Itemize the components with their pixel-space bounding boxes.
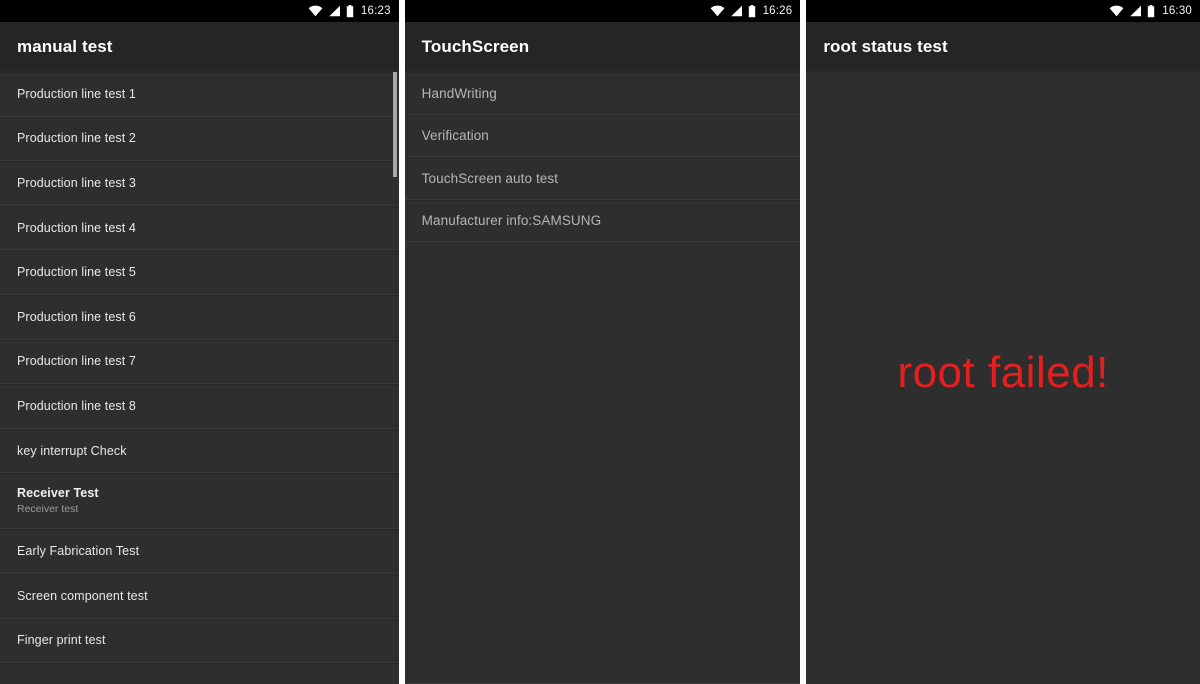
list-item-label: Production line test 8 xyxy=(17,398,136,413)
list-item[interactable]: Production line test 4 xyxy=(0,205,399,251)
phone-screen-touchscreen: 16:26 TouchScreen HandWriting Verificati… xyxy=(404,0,801,684)
wifi-icon xyxy=(710,5,725,17)
list-item-label: Production line test 3 xyxy=(17,175,136,190)
list-item[interactable]: HandWriting xyxy=(404,72,801,115)
list-item[interactable]: Production line test 6 xyxy=(0,294,399,340)
list-item-label: Production line test 5 xyxy=(17,265,136,280)
list-item-label: Production line test 6 xyxy=(17,309,136,324)
phone-screen-manual-test: 16:23 manual test Production line test 1… xyxy=(0,0,399,684)
page-title: root status test xyxy=(823,36,948,56)
root-failed-message: root failed! xyxy=(897,348,1109,397)
list-item-label: Screen component test xyxy=(17,588,148,603)
list-item-label: Receiver Test xyxy=(17,486,99,501)
list-item-label: key interrupt Check xyxy=(17,443,127,458)
list-item[interactable]: Production line test 1 xyxy=(0,72,399,117)
page-title: manual test xyxy=(17,36,113,56)
wifi-icon xyxy=(1109,5,1124,17)
root-status-body: root failed! xyxy=(806,72,1200,684)
status-bar: 16:30 xyxy=(806,0,1200,22)
list-item[interactable]: Production line test 3 xyxy=(0,161,399,206)
list-item[interactable]: Production line test 8 xyxy=(0,384,399,429)
status-bar-clock: 16:23 xyxy=(360,5,391,17)
list-item-label: Finger print test xyxy=(17,633,106,648)
app-bar: manual test xyxy=(0,22,399,72)
list-item[interactable]: Finger print test xyxy=(0,618,399,664)
app-bar: TouchScreen xyxy=(404,22,801,72)
list-item[interactable]: Early Fabrication Test xyxy=(0,529,399,574)
list-item[interactable]: key interrupt Check xyxy=(0,428,399,474)
page-title: TouchScreen xyxy=(421,36,530,56)
list-item-label: Production line test 7 xyxy=(17,354,136,369)
list-item-label: Production line test 2 xyxy=(17,131,136,146)
screenshot-root: 16:23 manual test Production line test 1… xyxy=(0,0,1200,684)
list-item[interactable]: Verification xyxy=(404,114,801,157)
list-item[interactable]: Production line test 5 xyxy=(0,250,399,295)
list-item[interactable]: Receiver Test Receiver test xyxy=(0,473,399,530)
status-bar-clock: 16:26 xyxy=(762,5,793,17)
list-item-label: Early Fabrication Test xyxy=(17,544,140,559)
list-item-label: Manufacturer info:SAMSUNG xyxy=(421,213,602,229)
list-item[interactable] xyxy=(0,663,399,684)
status-bar-clock: 16:30 xyxy=(1162,5,1193,17)
cellular-signal-icon xyxy=(328,5,341,17)
status-bar: 16:23 xyxy=(0,0,399,22)
list-item-label: HandWriting xyxy=(421,85,497,101)
list-item[interactable]: TouchScreen auto test xyxy=(404,157,801,200)
list-item[interactable]: Production line test 2 xyxy=(0,116,399,162)
list-item-label: Production line test 1 xyxy=(17,86,136,101)
list-item[interactable]: Screen component test xyxy=(0,573,399,619)
list-item[interactable]: Production line test 7 xyxy=(0,339,399,385)
battery-icon xyxy=(748,4,756,18)
status-bar: 16:26 xyxy=(404,0,801,22)
battery-icon xyxy=(1147,4,1155,18)
list-item-label: Production line test 4 xyxy=(17,220,136,235)
manual-test-list[interactable]: Production line test 1 Production line t… xyxy=(0,72,399,684)
cellular-signal-icon xyxy=(730,5,743,17)
list-item-subtitle: Receiver test xyxy=(17,503,79,516)
list-item[interactable]: Manufacturer info:SAMSUNG xyxy=(404,199,801,242)
touchscreen-list[interactable]: HandWriting Verification TouchScreen aut… xyxy=(404,72,801,684)
list-item-label: Verification xyxy=(421,128,489,144)
phone-screen-root-status-test: 16:30 root status test root failed! xyxy=(806,0,1200,684)
list-item-label: TouchScreen auto test xyxy=(421,170,559,186)
app-bar: root status test xyxy=(806,22,1200,72)
cellular-signal-icon xyxy=(1129,5,1142,17)
battery-icon xyxy=(346,4,354,18)
wifi-icon xyxy=(308,5,323,17)
